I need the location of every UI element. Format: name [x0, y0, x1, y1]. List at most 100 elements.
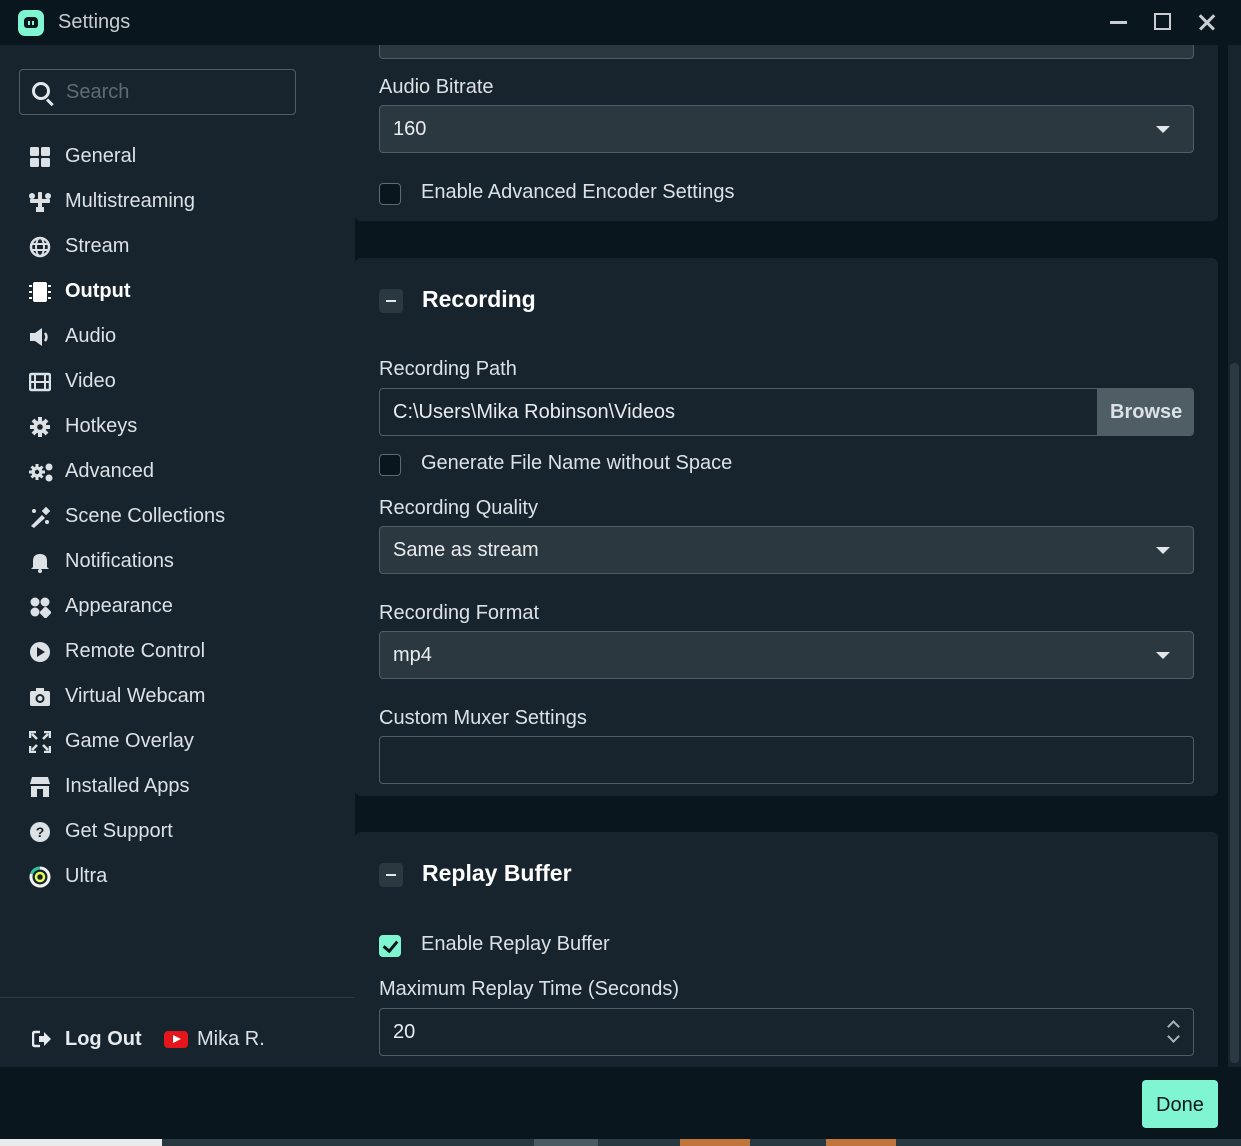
previous-field[interactable] [379, 45, 1194, 59]
audio-bitrate-label: Audio Bitrate [379, 76, 494, 98]
recording-title: Recording [422, 286, 536, 312]
bell-icon [31, 554, 49, 573]
recording-format-label: Recording Format [379, 602, 540, 624]
settings-footer: Done [0, 1067, 1241, 1146]
camera-icon [30, 688, 50, 706]
recording-quality-value: Same as stream [393, 539, 539, 561]
sidebar-item-label: Remote Control [65, 640, 206, 662]
sidebar-item-label: Scene Collections [65, 505, 226, 527]
sidebar-item-game-overlay[interactable]: Game Overlay [0, 722, 355, 762]
chevron-down-icon [1156, 547, 1170, 554]
film-icon [29, 372, 51, 392]
expand-icon [29, 731, 51, 753]
globe-icon [29, 236, 51, 258]
title-bar: Settings [0, 0, 1241, 45]
audio-bitrate-select[interactable]: 160 [379, 105, 1194, 153]
replay-buffer-collapse-button[interactable] [379, 863, 403, 887]
sidebar-item-output[interactable]: Output [0, 272, 355, 312]
sidebar-item-appearance[interactable]: Appearance [0, 587, 355, 627]
sidebar-footer: Log Out Mika R. [0, 997, 355, 1068]
content-scrollbar[interactable] [1228, 45, 1241, 1067]
done-button[interactable]: Done [1142, 1080, 1218, 1128]
sidebar-item-label: Appearance [65, 595, 173, 617]
recording-card: Recording Recording Path C:\Users\Mika R… [355, 258, 1218, 796]
no-space-label[interactable]: Generate File Name without Space [421, 452, 732, 475]
browse-button[interactable]: Browse [1097, 389, 1193, 435]
max-replay-time-label: Maximum Replay Time (Seconds) [379, 978, 680, 1000]
recording-collapse-button[interactable] [379, 289, 403, 313]
sidebar-item-label: Hotkeys [65, 415, 138, 437]
youtube-icon [164, 1031, 188, 1048]
app-logo-icon [18, 10, 44, 36]
grid-icon [30, 147, 50, 167]
scrollbar-thumb[interactable] [1230, 363, 1239, 1063]
svg-text:?: ? [36, 824, 45, 840]
taskbar-segment [0, 1139, 162, 1146]
taskbar-segment [680, 1139, 750, 1146]
streaming-card: Audio Bitrate 160 Enable Advanced Encode… [355, 45, 1218, 221]
logout-button[interactable]: Log Out [65, 1028, 142, 1051]
sidebar-item-label: Video [65, 370, 116, 392]
speaker-icon [30, 328, 48, 346]
sidebar-item-label: Notifications [65, 550, 174, 572]
sidebar-item-video[interactable]: Video [0, 362, 355, 402]
sidebar-item-label: Game Overlay [65, 730, 194, 752]
sidebar-item-label: Installed Apps [65, 775, 190, 797]
advanced-encoder-label[interactable]: Enable Advanced Encoder Settings [421, 181, 735, 204]
window-title: Settings [58, 11, 131, 33]
sidebar-item-virtual-webcam[interactable]: Virtual Webcam [0, 677, 355, 717]
sidebar-item-hotkeys[interactable]: Hotkeys [0, 407, 355, 447]
sidebar-item-general[interactable]: General [0, 137, 355, 177]
sidebar-item-multistreaming[interactable]: Multistreaming [0, 182, 355, 222]
enable-replay-buffer-checkbox[interactable] [379, 935, 401, 957]
chevron-down-icon [1156, 652, 1170, 659]
logout-icon[interactable] [32, 1030, 52, 1048]
sidebar-item-ultra[interactable]: Ultra [0, 857, 355, 897]
advanced-encoder-checkbox[interactable] [379, 183, 401, 205]
sidebar-item-scene-collections[interactable]: Scene Collections [0, 497, 355, 537]
sidebar-item-label: Ultra [65, 865, 108, 887]
max-replay-time-input[interactable]: 20 [379, 1008, 1194, 1056]
recording-path-input[interactable]: C:\Users\Mika Robinson\Videos Browse [379, 388, 1194, 436]
recording-quality-label: Recording Quality [379, 497, 538, 519]
close-button[interactable] [1191, 8, 1223, 36]
sidebar-item-label: Audio [65, 325, 117, 347]
search-icon [32, 82, 50, 100]
help-icon: ? [30, 822, 50, 842]
custom-muxer-label: Custom Muxer Settings [379, 707, 587, 729]
audio-bitrate-value: 160 [393, 118, 427, 140]
sidebar-item-get-support[interactable]: ? Get Support [0, 812, 355, 852]
sidebar-item-label: Advanced [65, 460, 154, 482]
sidebar-item-label: Stream [65, 235, 130, 257]
search-input[interactable]: Search [19, 69, 296, 115]
minimize-button[interactable] [1102, 8, 1134, 36]
sidebar-item-audio[interactable]: Audio [0, 317, 355, 357]
enable-replay-buffer-label[interactable]: Enable Replay Buffer [421, 933, 610, 956]
sidebar-item-label: General [65, 145, 137, 167]
recording-quality-select[interactable]: Same as stream [379, 526, 1194, 574]
stepper-arrows-icon[interactable] [1167, 1018, 1179, 1046]
sidebar-item-stream[interactable]: Stream [0, 227, 355, 267]
recording-path-value: C:\Users\Mika Robinson\Videos [393, 401, 675, 423]
taskbar-segment [826, 1139, 896, 1146]
output-icon [29, 282, 51, 302]
sidebar-item-advanced[interactable]: Advanced [0, 452, 355, 492]
appearance-icon [30, 597, 51, 618]
sidebar-item-installed-apps[interactable]: Installed Apps [0, 767, 355, 807]
play-circle-icon [30, 642, 50, 662]
store-icon [30, 777, 50, 797]
sidebar-item-label: Virtual Webcam [65, 685, 206, 707]
sidebar-item-remote-control[interactable]: Remote Control [0, 632, 355, 672]
maximize-button[interactable] [1146, 8, 1178, 36]
custom-muxer-input[interactable] [379, 736, 1194, 784]
recording-format-select[interactable]: mp4 [379, 631, 1194, 679]
settings-sidebar: Search General Multistreaming Stream Out… [0, 45, 355, 1067]
replay-buffer-title: Replay Buffer [422, 860, 572, 886]
scenes-icon [31, 506, 51, 528]
gear-icon [30, 417, 50, 437]
done-label: Done [1156, 1094, 1204, 1116]
sidebar-item-notifications[interactable]: Notifications [0, 542, 355, 582]
ultra-icon [29, 866, 51, 888]
no-space-checkbox[interactable] [379, 454, 401, 476]
max-replay-time-value: 20 [393, 1021, 416, 1043]
